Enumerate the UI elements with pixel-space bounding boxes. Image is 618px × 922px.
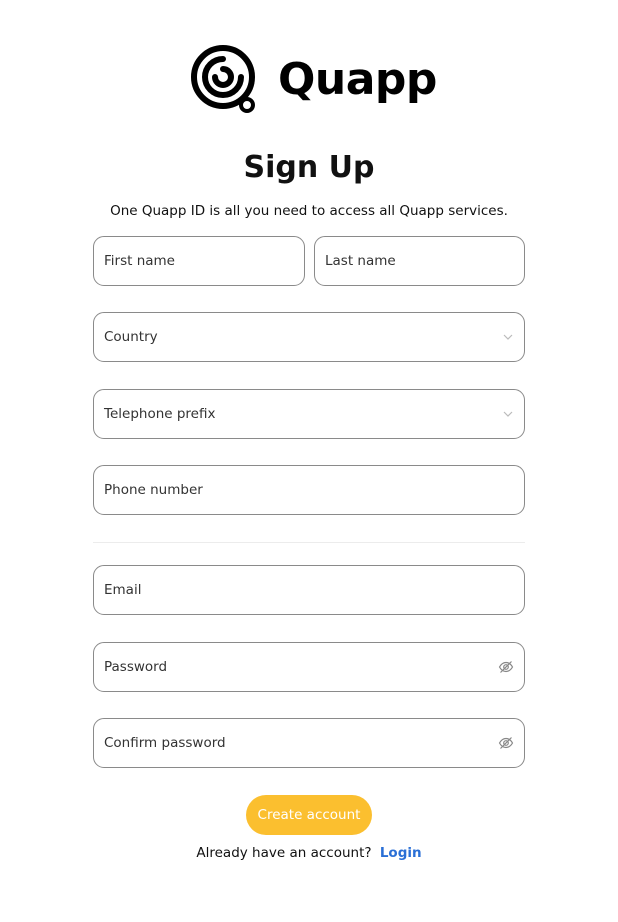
confirm-password-field[interactable]: Confirm password	[93, 718, 525, 768]
login-prompt-text: Already have an account?	[196, 845, 372, 861]
last-name-label: Last name	[325, 253, 396, 269]
brand-logo: Quapp	[190, 44, 437, 116]
form-divider	[93, 542, 525, 543]
eye-off-icon[interactable]	[498, 735, 514, 751]
last-name-field[interactable]: Last name	[314, 236, 525, 286]
create-account-button[interactable]: Create account	[246, 795, 372, 835]
brand-name: Quapp	[278, 54, 437, 105]
login-prompt: Already have an account? Login	[0, 843, 618, 863]
quapp-logo-icon	[191, 45, 255, 113]
chevron-down-icon	[503, 334, 513, 340]
phone-number-field[interactable]: Phone number	[93, 465, 525, 515]
telephone-prefix-select[interactable]: Telephone prefix	[93, 389, 525, 439]
email-field[interactable]: Email	[93, 565, 525, 615]
email-label: Email	[104, 582, 142, 598]
page-subtitle: One Quapp ID is all you need to access a…	[110, 203, 508, 219]
country-select[interactable]: Country	[93, 312, 525, 362]
confirm-password-label: Confirm password	[104, 735, 226, 751]
phone-number-label: Phone number	[104, 482, 203, 498]
password-label: Password	[104, 659, 168, 675]
telephone-prefix-label: Telephone prefix	[104, 406, 216, 422]
login-link[interactable]: Login	[380, 845, 422, 861]
chevron-down-icon	[503, 411, 513, 417]
page-title: Sign Up	[243, 150, 375, 185]
country-label: Country	[104, 329, 158, 345]
eye-off-icon[interactable]	[498, 659, 514, 675]
first-name-field[interactable]: First name	[93, 236, 305, 286]
first-name-label: First name	[104, 253, 175, 269]
password-field[interactable]: Password	[93, 642, 525, 692]
